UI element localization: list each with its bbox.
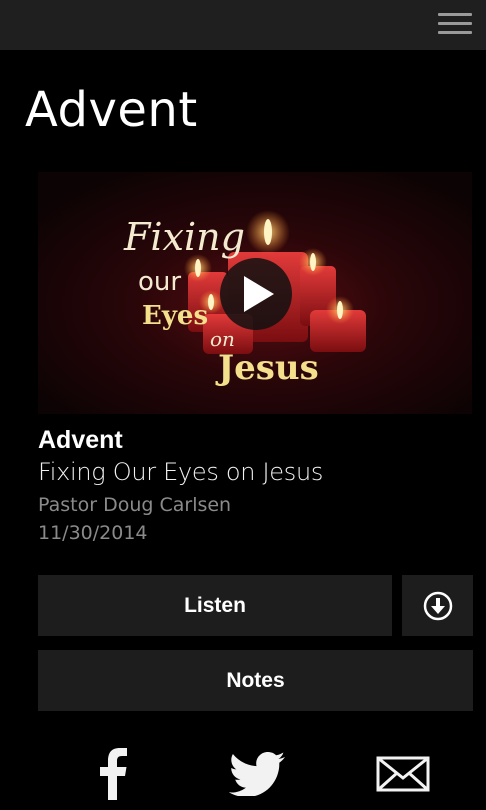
speaker-name: Pastor Doug Carlsen — [38, 494, 232, 516]
play-icon[interactable] — [220, 258, 292, 330]
svg-text:Jesus: Jesus — [215, 348, 319, 388]
notes-label: Notes — [226, 668, 285, 692]
series-title: Advent — [38, 426, 123, 454]
listen-label: Listen — [184, 593, 246, 617]
svg-text:our: our — [138, 267, 181, 297]
top-bar — [0, 0, 486, 50]
svg-text:Eyes: Eyes — [142, 301, 208, 331]
sermon-title: Fixing Our Eyes on Jesus — [38, 458, 324, 486]
artwork-text-fixing: Fixing — [123, 215, 245, 259]
facebook-icon[interactable] — [97, 748, 129, 805]
hamburger-menu-icon[interactable] — [438, 13, 472, 37]
notes-button[interactable]: Notes — [38, 650, 473, 711]
download-icon — [423, 591, 452, 620]
listen-button[interactable]: Listen — [38, 575, 392, 636]
download-button[interactable] — [402, 575, 473, 636]
twitter-icon[interactable] — [228, 752, 285, 801]
sermon-date: 11/30/2014 — [38, 522, 148, 544]
sermon-artwork[interactable]: Fixing our Eyes on Jesus — [38, 172, 472, 414]
email-icon[interactable] — [376, 756, 430, 797]
artwork-image: Fixing our Eyes on Jesus — [38, 172, 472, 414]
page-title: Advent — [25, 82, 198, 138]
